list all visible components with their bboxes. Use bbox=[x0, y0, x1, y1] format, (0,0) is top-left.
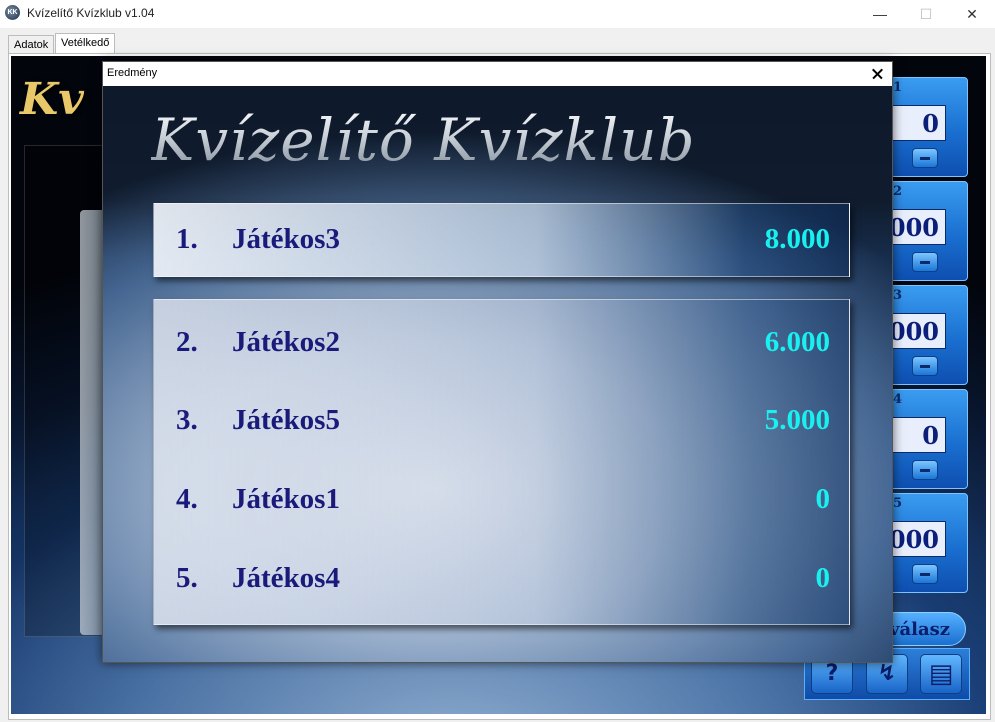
result-rank: 4. bbox=[176, 483, 198, 515]
quiz-logo: Kvízelítő Kvízklub bbox=[151, 106, 696, 174]
tab-adatok[interactable]: Adatok bbox=[8, 35, 55, 54]
player-number: 2 bbox=[893, 184, 903, 199]
minimize-button[interactable]: — bbox=[857, 0, 903, 28]
dialog-body: Kvízelítő Kvízklub 1. Játékos3 8.000 2. … bbox=[103, 86, 892, 662]
player-number: 1 bbox=[893, 80, 903, 95]
dialog-title-bar: Eredmény bbox=[103, 62, 892, 86]
player-number: 4 bbox=[893, 392, 903, 407]
result-name: Játékos3 bbox=[232, 223, 340, 255]
window-title: Kvízelítő Kvízklub v1.04 bbox=[27, 6, 155, 20]
minus-button[interactable] bbox=[912, 564, 938, 584]
tab-vetelkedo[interactable]: Vetélkedő bbox=[55, 33, 116, 54]
result-rank: 2. bbox=[176, 326, 198, 358]
result-name: Játékos5 bbox=[232, 404, 340, 436]
close-button[interactable]: ✕ bbox=[949, 0, 995, 28]
result-name: Játékos1 bbox=[232, 483, 340, 515]
result-rank: 5. bbox=[176, 562, 198, 594]
minus-button[interactable] bbox=[912, 460, 938, 480]
dialog-title: Eredmény bbox=[107, 67, 158, 79]
result-score: 0 bbox=[815, 562, 831, 594]
title-bar: KK Kvízelítő Kvízklub v1.04 — ☐ ✕ bbox=[0, 0, 995, 28]
app-icon: KK bbox=[5, 5, 20, 20]
minus-button[interactable] bbox=[912, 356, 938, 376]
result-name: Játékos4 bbox=[232, 562, 340, 594]
background-logo: Kv bbox=[20, 74, 84, 125]
result-rank: 3. bbox=[176, 404, 198, 436]
result-name: Játékos2 bbox=[232, 326, 340, 358]
result-rank: 1. bbox=[176, 223, 198, 255]
close-icon[interactable] bbox=[862, 62, 892, 86]
player-number: 3 bbox=[893, 288, 903, 303]
result-score: 0 bbox=[815, 483, 831, 515]
minus-button[interactable] bbox=[912, 148, 938, 168]
maximize-button[interactable]: ☐ bbox=[903, 0, 949, 28]
list-icon[interactable]: ▤ bbox=[920, 654, 962, 694]
player-number: 5 bbox=[893, 496, 903, 511]
result-score: 8.000 bbox=[764, 223, 830, 255]
result-dialog: Eredmény Kvízelítő Kvízklub 1. Játékos3 … bbox=[102, 61, 893, 663]
result-score: 6.000 bbox=[764, 326, 830, 358]
minus-button[interactable] bbox=[912, 252, 938, 272]
result-score: 5.000 bbox=[764, 404, 830, 436]
